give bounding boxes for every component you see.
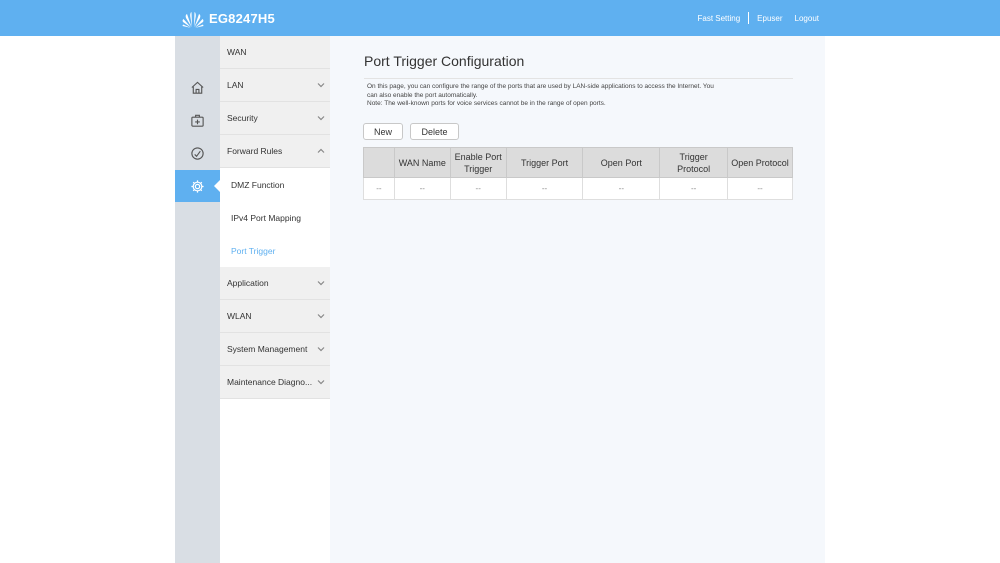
- gear-icon: [191, 179, 204, 193]
- chevron-up-icon: [317, 148, 325, 153]
- column-header: Enable Port Trigger: [449, 147, 507, 178]
- icon-sidebar: [175, 36, 220, 563]
- table-cell: --: [727, 177, 793, 200]
- table-header-row: WAN Name Enable Port Trigger Trigger Por…: [363, 147, 793, 178]
- menu-item-label: Forward Rules: [227, 146, 283, 156]
- chevron-down-icon: [317, 281, 325, 286]
- chevron-down-icon: [317, 83, 325, 88]
- main-content: Port Trigger Configuration On this page,…: [330, 36, 825, 563]
- status-nav-button[interactable]: [175, 137, 220, 169]
- chevron-down-icon: [317, 314, 325, 319]
- home-icon: [191, 81, 204, 94]
- table-cell: --: [393, 177, 451, 200]
- menu-item-security[interactable]: Security: [220, 102, 330, 135]
- table-cell: --: [363, 177, 395, 200]
- menu-item-system-management[interactable]: System Management: [220, 333, 330, 366]
- brand: EG8247H5: [181, 8, 275, 28]
- menu-item-label: System Management: [227, 344, 308, 354]
- description-line: can also enable the port automatically.: [367, 91, 478, 99]
- menu-item-label: Security: [227, 113, 258, 123]
- column-header-select: [363, 147, 395, 178]
- logout-link[interactable]: Logout: [795, 14, 819, 23]
- menu-item-application[interactable]: Application: [220, 267, 330, 300]
- chevron-down-icon: [317, 380, 325, 385]
- menu-item-lan[interactable]: LAN: [220, 69, 330, 102]
- column-header: WAN Name: [393, 147, 451, 178]
- chevron-down-icon: [317, 116, 325, 121]
- new-button[interactable]: New: [363, 123, 403, 140]
- page-description: On this page, you can configure the rang…: [367, 83, 791, 109]
- menu-item-label: Maintenance Diagno...: [227, 377, 313, 387]
- top-bar: EG8247H5 Fast Setting Epuser Logout: [0, 0, 1000, 36]
- column-header: Open Port: [582, 147, 661, 178]
- menu-item-label: WLAN: [227, 311, 252, 321]
- submenu-item-port-trigger[interactable]: Port Trigger: [220, 234, 330, 267]
- delete-button[interactable]: Delete: [410, 123, 459, 140]
- side-menu: WAN LAN Security Forward Rules DMZ Funct…: [220, 36, 330, 563]
- submenu-item-dmz-function[interactable]: DMZ Function: [220, 168, 330, 201]
- title-divider: [364, 78, 793, 79]
- fast-setting-link[interactable]: Fast Setting: [697, 14, 740, 23]
- link-divider: [748, 12, 750, 24]
- toolbox-nav-button[interactable]: [175, 104, 220, 136]
- table-cell: --: [449, 177, 507, 200]
- menu-item-forward-rules[interactable]: Forward Rules: [220, 135, 330, 168]
- menu-item-wan[interactable]: WAN: [220, 36, 330, 69]
- submenu-item-ipv4-port-mapping[interactable]: IPv4 Port Mapping: [220, 201, 330, 234]
- port-trigger-table: WAN Name Enable Port Trigger Trigger Por…: [363, 147, 793, 200]
- home-nav-button[interactable]: [175, 71, 220, 103]
- top-links: Fast Setting Epuser Logout: [697, 10, 819, 26]
- column-header: Trigger Protocol: [659, 147, 729, 178]
- huawei-logo-icon: [182, 12, 204, 28]
- menu-item-label: Application: [227, 278, 269, 288]
- menu-item-wlan[interactable]: WLAN: [220, 300, 330, 333]
- toolbox-icon: [191, 114, 204, 127]
- user-link[interactable]: Epuser: [757, 14, 782, 23]
- description-line: Note: The well-known ports for voice ser…: [367, 100, 606, 107]
- column-header: Open Protocol: [727, 147, 793, 178]
- column-header: Trigger Port: [505, 147, 584, 178]
- gauge-icon: [191, 146, 204, 160]
- advanced-nav-button[interactable]: [175, 170, 220, 202]
- menu-item-label: LAN: [227, 80, 244, 90]
- table-row[interactable]: -- -- -- -- -- -- --: [363, 177, 793, 200]
- table-cell: --: [505, 177, 584, 200]
- chevron-down-icon: [317, 347, 325, 352]
- page-title: Port Trigger Configuration: [364, 53, 525, 69]
- table-cell: --: [582, 177, 661, 200]
- menu-item-label: WAN: [227, 47, 247, 57]
- device-model: EG8247H5: [209, 10, 275, 26]
- table-cell: --: [659, 177, 729, 200]
- menu-item-maintenance-diagnosis[interactable]: Maintenance Diagno...: [220, 366, 330, 399]
- description-line: On this page, you can configure the rang…: [367, 83, 714, 90]
